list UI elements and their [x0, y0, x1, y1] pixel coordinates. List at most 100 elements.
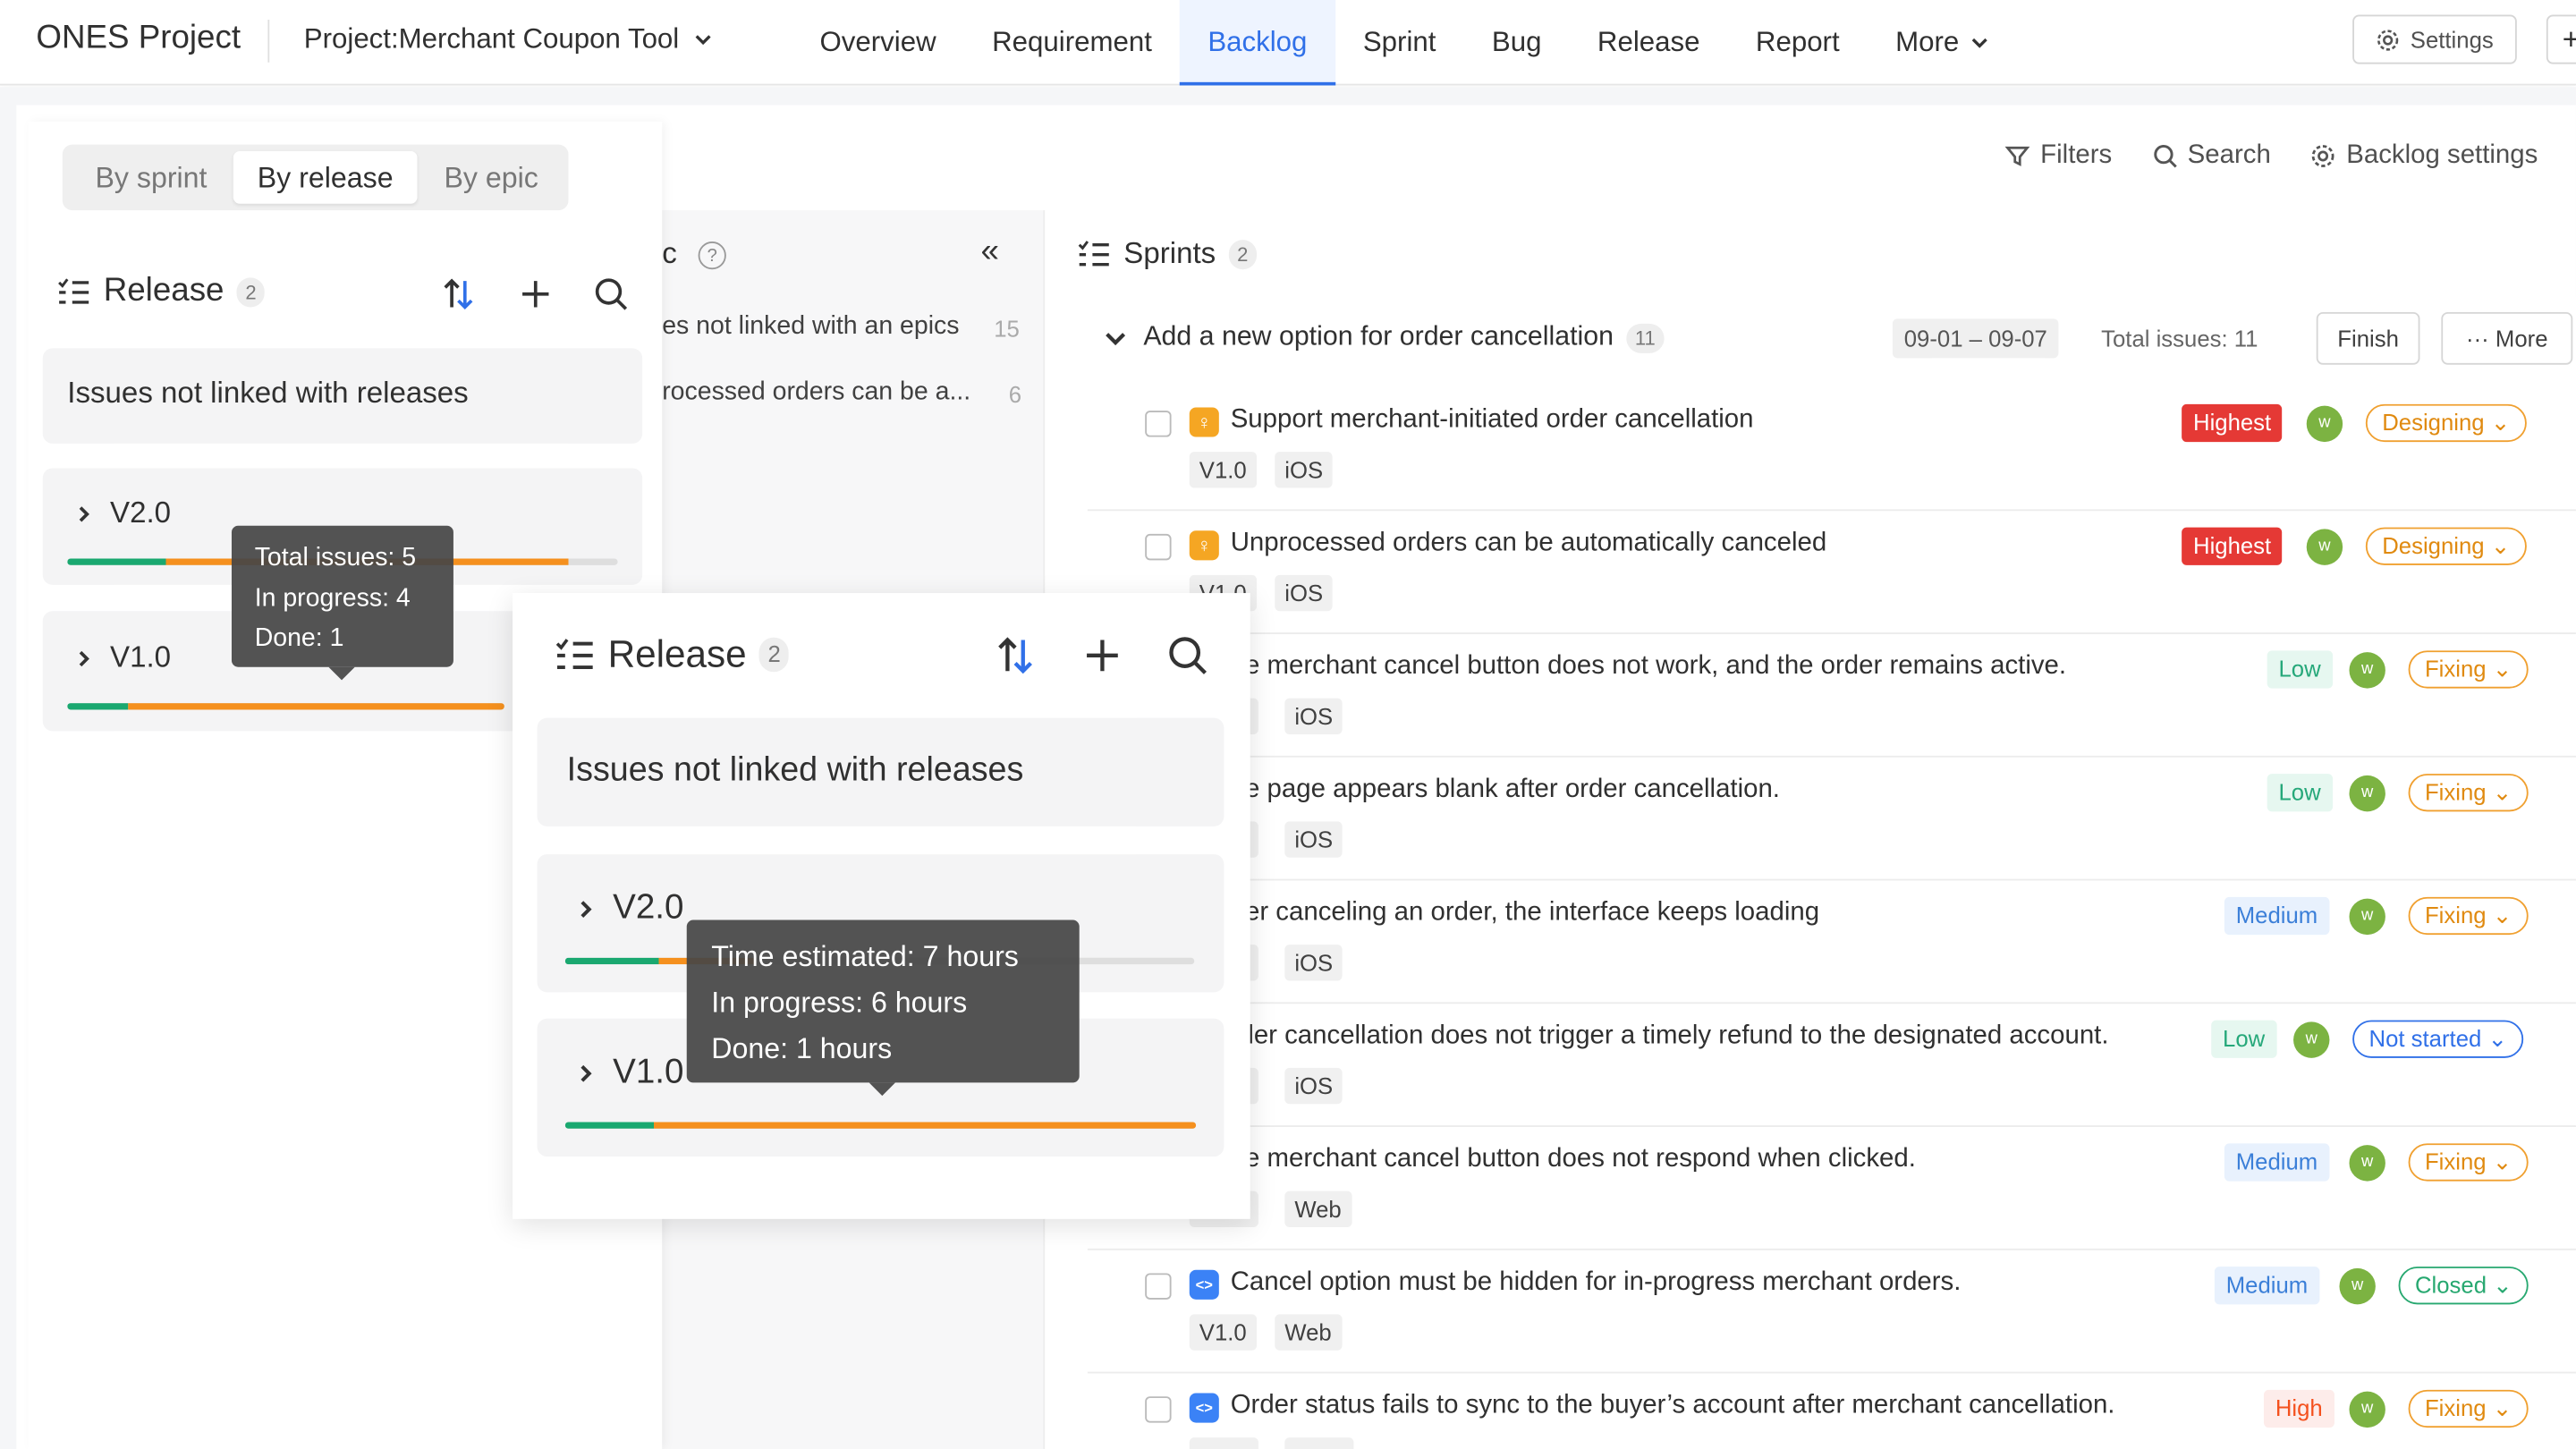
issue-title[interactable]: he merchant cancel button does not respo…: [1231, 1145, 1916, 1174]
chevron-down-icon: ⌄: [2486, 778, 2512, 805]
issue-row[interactable]: he merchant cancel button does not respo…: [1087, 1127, 2576, 1250]
assignee-avatar[interactable]: w: [2349, 898, 2385, 936]
issue-title[interactable]: Cancel option must be hidden for in-prog…: [1231, 1268, 1962, 1298]
epic-row[interactable]: es not linked with an epics: [662, 312, 959, 342]
issue-tag: iOS: [1275, 574, 1334, 612]
issue-title[interactable]: Support merchant-initiated order cancell…: [1231, 406, 1754, 436]
issue-row[interactable]: <> Order status fails to sync to the buye…: [1088, 1373, 2576, 1449]
release-title: Release: [103, 272, 225, 309]
tab-more[interactable]: More: [1868, 0, 2020, 86]
sprint-total-issues: Total issues: 11: [2101, 325, 2258, 352]
status-dropdown[interactable]: Fixing ⌄: [2408, 650, 2529, 689]
status-dropdown[interactable]: Designing ⌄: [2365, 527, 2527, 565]
epic-row[interactable]: rocessed orders can be a...: [662, 377, 970, 407]
chevron-down-icon: ⌄: [2486, 902, 2512, 928]
assignee-avatar[interactable]: w: [2349, 1391, 2385, 1428]
tab-report[interactable]: Report: [1728, 0, 1868, 86]
assignee-avatar[interactable]: w: [2349, 652, 2385, 689]
list-tree-icon: [555, 638, 593, 669]
hours-tooltip: Time estimated: 7 hours In progress: 6 h…: [686, 919, 1080, 1097]
priority-badge: Low: [2267, 650, 2333, 689]
assignee-avatar[interactable]: w: [2339, 1267, 2376, 1305]
version-row: V1.0: [575, 1053, 683, 1092]
filters-button[interactable]: Filters: [2004, 141, 2112, 171]
issue-row[interactable]: fter canceling an order, the interface k…: [1087, 880, 2576, 1004]
sort-icon[interactable]: [440, 276, 476, 312]
view-by-epic[interactable]: By epic: [420, 151, 562, 204]
progress-done: [564, 957, 660, 965]
issue-title[interactable]: fter canceling an order, the interface k…: [1231, 899, 1819, 928]
issue-row[interactable]: he merchant cancel button does not work,…: [1087, 634, 2576, 758]
status-dropdown[interactable]: Closed ⌄: [2398, 1267, 2529, 1305]
sprints-title: Sprints: [1123, 236, 1216, 270]
issue-tag: iOS: [1284, 1067, 1343, 1105]
collapse-icon[interactable]: «: [981, 233, 999, 271]
assignee-avatar[interactable]: w: [2349, 775, 2385, 812]
issues-not-linked-item[interactable]: Issues not linked with releases: [537, 717, 1224, 826]
backlog-settings-button[interactable]: Backlog settings: [2310, 141, 2538, 171]
backlog-toolbar: Filters Search Backlog settings: [2004, 141, 2538, 171]
issue-title[interactable]: Unprocessed orders can be automatically …: [1231, 529, 1826, 558]
settings-button[interactable]: Settings: [2352, 14, 2517, 64]
version-label: V1.0: [110, 640, 172, 674]
help-icon[interactable]: ?: [698, 241, 726, 270]
assignee-avatar[interactable]: w: [2306, 405, 2343, 443]
plus-icon[interactable]: [518, 276, 554, 312]
assignee-avatar[interactable]: w: [2349, 1145, 2385, 1182]
status-dropdown[interactable]: Not started ⌄: [2352, 1020, 2524, 1058]
search-icon[interactable]: [593, 276, 629, 312]
issue-row[interactable]: he page appears blank after order cancel…: [1087, 758, 2576, 881]
tab-bug[interactable]: Bug: [1464, 0, 1570, 86]
issue-checkbox[interactable]: [1145, 1273, 1172, 1300]
sort-icon[interactable]: [994, 634, 1037, 677]
search-button[interactable]: Search: [2151, 141, 2271, 171]
search-icon[interactable]: [1166, 634, 1209, 677]
tab-release[interactable]: Release: [1570, 0, 1728, 86]
tab-overview[interactable]: Overview: [792, 0, 964, 86]
issue-title[interactable]: he merchant cancel button does not work,…: [1231, 652, 2066, 682]
issue-title[interactable]: rder cancellation does not trigger a tim…: [1231, 1021, 2109, 1051]
issue-checkbox[interactable]: [1145, 1396, 1172, 1423]
tooltip-total: Total issues: 5: [254, 543, 417, 572]
status-label: Fixing: [2424, 902, 2487, 928]
status-dropdown[interactable]: Designing ⌄: [2365, 403, 2527, 443]
issue-title[interactable]: Order status fails to sync to the buyer’…: [1231, 1392, 2115, 1421]
dev-task-icon: <>: [1189, 1393, 1219, 1423]
issue-row[interactable]: rder cancellation does not trigger a tim…: [1087, 1004, 2576, 1127]
add-button[interactable]: +: [2546, 14, 2576, 64]
tooltip-in-progress: In progress: 4: [254, 583, 411, 613]
issue-checkbox[interactable]: [1145, 533, 1172, 561]
issue-tag: V1.0: [1189, 452, 1257, 488]
priority-badge: Medium: [2214, 1267, 2320, 1305]
finish-button[interactable]: Finish: [2316, 311, 2420, 365]
status-dropdown[interactable]: Fixing ⌄: [2408, 1143, 2529, 1182]
tab-sprint[interactable]: Sprint: [1335, 0, 1464, 86]
issue-row[interactable]: <> Cancel option must be hidden for in-pr…: [1087, 1250, 2576, 1374]
release-header: Release 2: [555, 632, 789, 677]
more-button[interactable]: ··· More: [2441, 311, 2573, 365]
project-selector[interactable]: Project:Merchant Coupon Tool: [304, 23, 716, 56]
issue-checkbox[interactable]: [1145, 411, 1172, 437]
issue-row[interactable]: ♀ Support merchant-initiated order cancel…: [1087, 387, 2576, 512]
issue-title[interactable]: he page appears blank after order cancel…: [1231, 775, 1780, 805]
status-dropdown[interactable]: Fixing ⌄: [2408, 774, 2529, 812]
priority-badge: Low: [2211, 1020, 2277, 1058]
assignee-avatar[interactable]: w: [2306, 529, 2343, 565]
progress-in-progress: [128, 703, 504, 710]
tab-backlog[interactable]: Backlog: [1180, 0, 1336, 86]
brand-logo: ONES Project: [36, 20, 242, 56]
view-by-release[interactable]: By release: [233, 150, 418, 204]
requirement-icon: ♀: [1189, 407, 1219, 437]
sprints-count: 2: [1228, 239, 1257, 269]
tab-requirement[interactable]: Requirement: [964, 0, 1180, 86]
status-dropdown[interactable]: Fixing ⌄: [2408, 1389, 2529, 1428]
assignee-avatar[interactable]: w: [2293, 1021, 2330, 1058]
sprint-title-row[interactable]: Add a new option for order cancellation …: [1101, 322, 1664, 353]
version-row: V1.0: [74, 640, 171, 675]
plus-icon[interactable]: [1081, 634, 1124, 677]
app-root: ONES Project Project:Merchant Coupon Too…: [0, 0, 2576, 1449]
view-by-sprint[interactable]: By sprint: [69, 151, 233, 204]
issue-row[interactable]: ♀ Unprocessed orders can be automatically…: [1087, 511, 2576, 634]
status-dropdown[interactable]: Fixing ⌄: [2408, 896, 2529, 936]
issues-not-linked-item[interactable]: Issues not linked with releases: [42, 348, 643, 444]
